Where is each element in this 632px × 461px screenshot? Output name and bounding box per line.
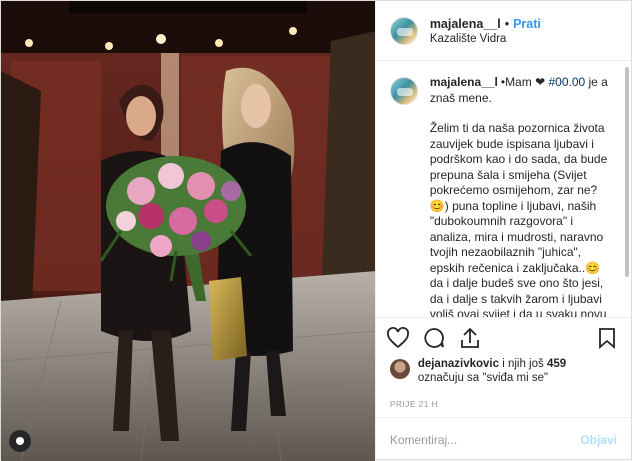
likes-line2: označuju sa "sviđa mi se" <box>417 372 549 384</box>
caption-username[interactable]: majalena__l <box>430 75 498 89</box>
liker-username[interactable]: dejanazivkovic <box>418 358 499 370</box>
comments-scrollbar[interactable] <box>625 67 629 277</box>
post-header: majalena__l • Prati Kazalište Vidra <box>375 1 631 61</box>
post-container: majalena__l • Prati Kazalište Vidra maja… <box>0 0 632 461</box>
author-username[interactable]: majalena__l <box>430 17 501 31</box>
comment-input[interactable] <box>389 432 573 447</box>
photo-illustration <box>1 1 375 461</box>
bookmark-icon[interactable] <box>595 326 619 350</box>
caption-body: Želim ti da naša pozornica života zauvij… <box>429 121 608 317</box>
comments-area[interactable]: majalena__l •Mam ❤ #00.00 je a znaš mene.… <box>376 61 631 317</box>
likes-section: dejanazivkovic i njih još 459 označuju s… <box>376 357 631 395</box>
likes-text: dejanazivkovic i njih još 459 označuju s… <box>418 357 566 385</box>
header-separator: • <box>504 16 510 31</box>
action-bar <box>375 317 631 357</box>
follow-button[interactable]: Prati <box>513 17 541 31</box>
paper-plane-icon[interactable] <box>458 326 482 350</box>
header-info: majalena__l • Prati Kazalište Vidra <box>430 17 541 45</box>
heart-outline-icon[interactable] <box>386 326 410 350</box>
post-side-panel: majalena__l • Prati Kazalište Vidra maja… <box>374 1 631 461</box>
add-comment-bar: Objavi <box>375 417 631 461</box>
post-location[interactable]: Kazalište Vidra <box>430 33 541 45</box>
likes-count[interactable]: 459 <box>547 358 566 370</box>
liker-avatar[interactable] <box>389 359 410 379</box>
post-comment-button[interactable]: Objavi <box>580 433 617 447</box>
user-tag-dot <box>16 437 24 445</box>
caption-text: majalena__l •Mam ❤ #00.00 je a znaš mene.… <box>430 75 610 317</box>
user-tag-icon[interactable] <box>9 430 31 452</box>
caption-avatar[interactable] <box>389 77 418 105</box>
post-timestamp[interactable]: PRIJE 21 H <box>376 395 631 417</box>
post-photo[interactable] <box>1 1 375 461</box>
heart-emoji: ❤ <box>535 75 546 89</box>
caption-intro: Mam <box>505 75 536 89</box>
author-avatar[interactable] <box>389 16 418 45</box>
likes-middle: i njih još <box>499 358 547 370</box>
caption-hashtag[interactable]: #00.00 <box>548 75 585 89</box>
speech-bubble-icon[interactable] <box>422 326 446 350</box>
header-row: majalena__l • Prati <box>430 17 541 31</box>
caption-comment: majalena__l •Mam ❤ #00.00 je a znaš mene.… <box>389 75 617 317</box>
